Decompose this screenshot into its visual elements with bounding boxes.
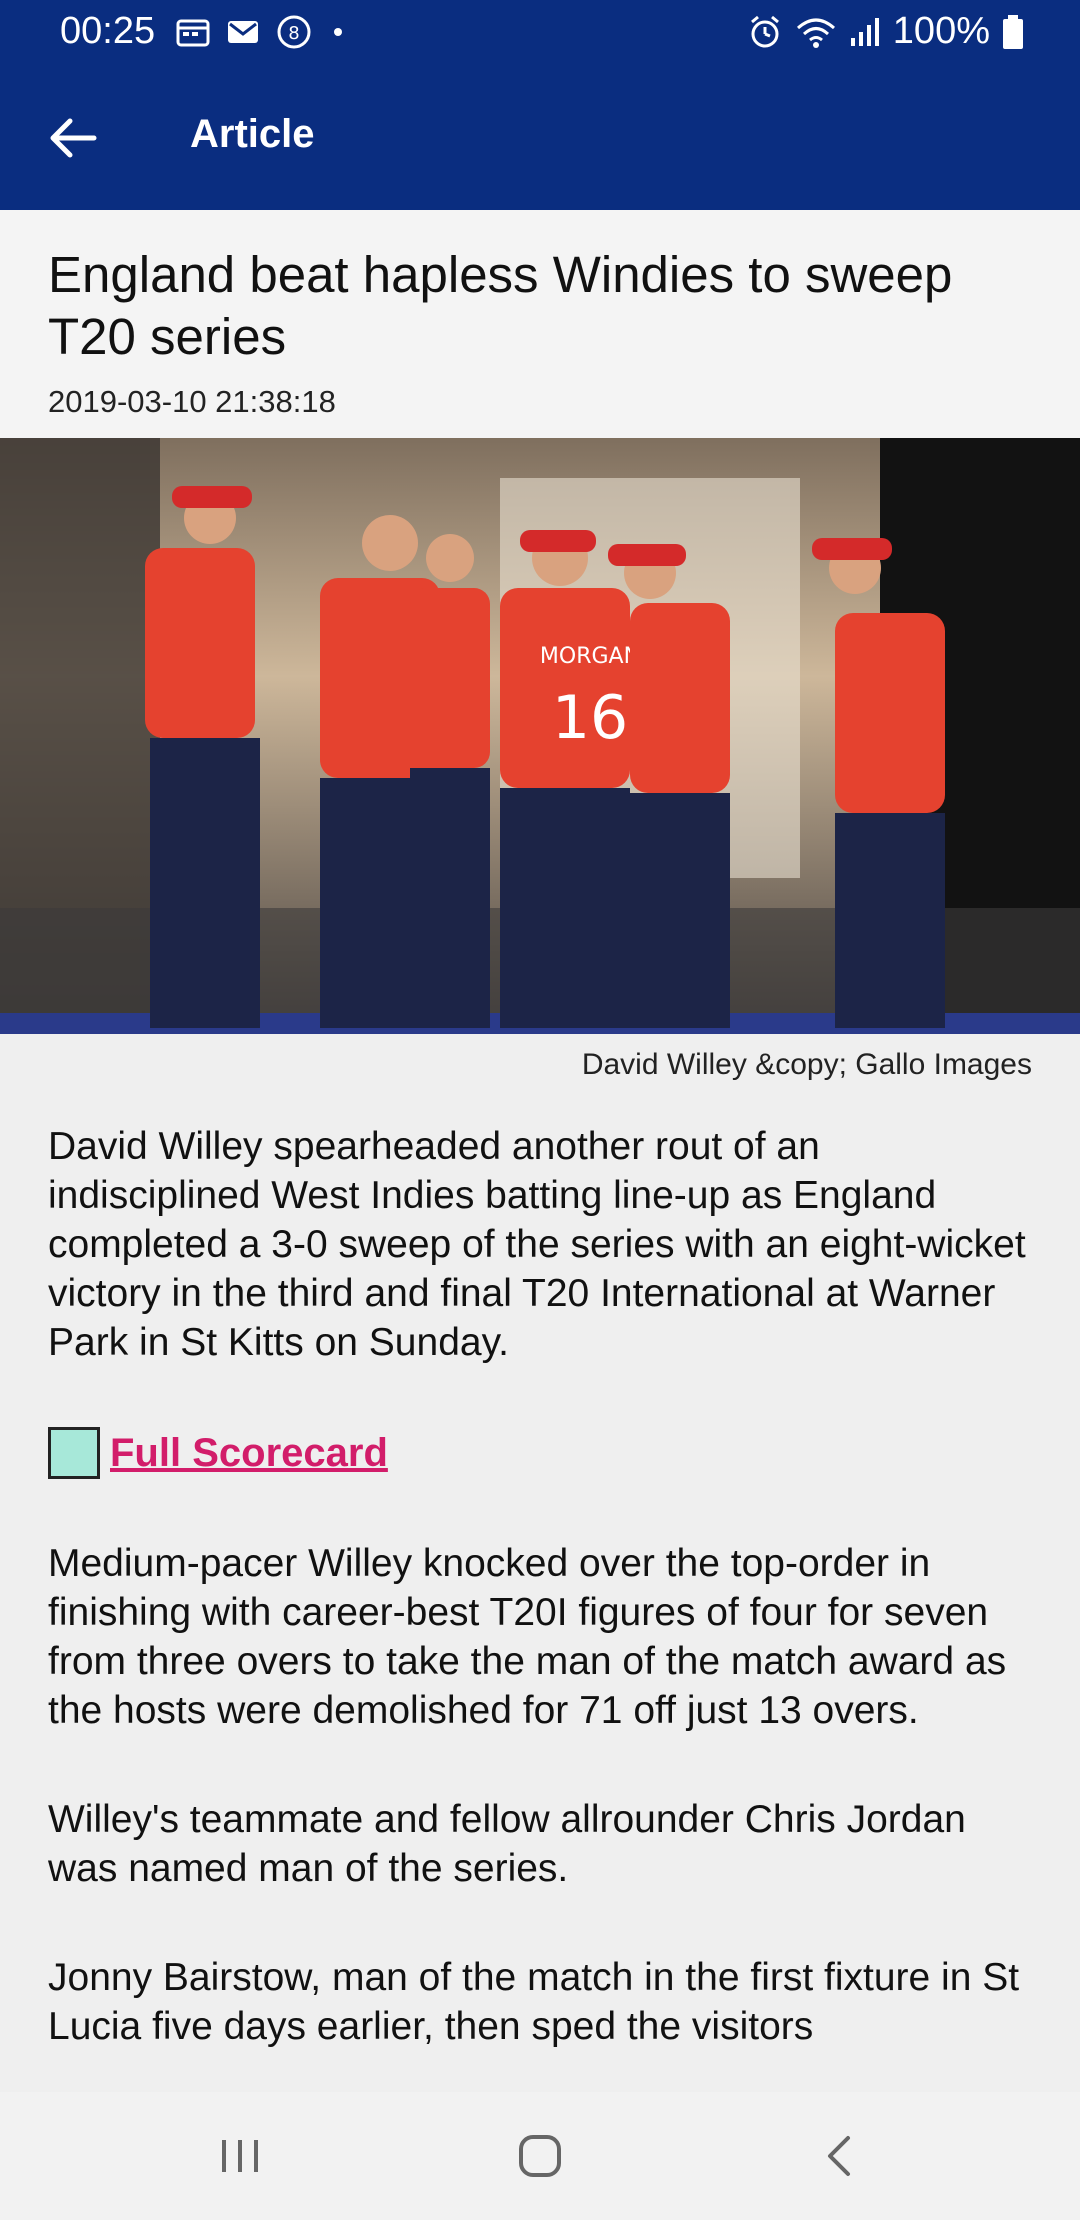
nav-back-button[interactable] bbox=[800, 2120, 880, 2192]
article-paragraph-4: Jonny Bairstow, man of the match in the … bbox=[48, 1956, 1020, 2048]
calendar-icon bbox=[176, 19, 210, 47]
status-bar: 00:25 8 100% bbox=[0, 0, 1080, 64]
status-right-icons: 100% bbox=[747, 10, 1024, 53]
system-nav-bar bbox=[0, 2092, 1080, 2220]
cricket-players-photo: MORGAN 16 bbox=[0, 438, 1080, 1034]
mail-icon bbox=[228, 21, 258, 43]
svg-text:8: 8 bbox=[288, 23, 299, 44]
alarm-icon bbox=[750, 15, 779, 47]
back-chevron-icon bbox=[828, 2136, 850, 2176]
scorecard-thumbnail bbox=[48, 1427, 100, 1479]
signal-icon bbox=[850, 17, 879, 46]
scorecard-link-row[interactable]: Full Scorecard bbox=[48, 1427, 1032, 1479]
article-paragraph-2: Medium-pacer Willey knocked over the top… bbox=[48, 1542, 1007, 1732]
article-content[interactable]: England beat hapless Windies to sweep T2… bbox=[0, 210, 1080, 2092]
battery-percentage: 100% bbox=[892, 10, 990, 52]
recent-apps-button[interactable] bbox=[200, 2120, 280, 2192]
dot-icon bbox=[334, 28, 342, 36]
app-bar-title: Article bbox=[190, 112, 315, 156]
article-headline: England beat hapless Windies to sweep T2… bbox=[48, 246, 953, 365]
status-left-icons: 8 bbox=[176, 14, 348, 50]
arrow-left-icon bbox=[50, 118, 97, 158]
battery-icon bbox=[1003, 14, 1023, 49]
image-caption: David Willey &copy; Gallo Images bbox=[581, 1048, 1032, 1081]
article-header: England beat hapless Windies to sweep T2… bbox=[0, 210, 1080, 438]
jersey-number: 16 bbox=[552, 683, 628, 753]
wifi-icon bbox=[796, 18, 835, 48]
back-button[interactable] bbox=[44, 108, 104, 168]
recent-apps-icon bbox=[222, 2140, 258, 2172]
status-time: 00:25 bbox=[60, 10, 156, 52]
article-hero-image: MORGAN 16 bbox=[0, 438, 1080, 1034]
app-bar: Article bbox=[0, 64, 1080, 210]
home-icon bbox=[519, 2135, 561, 2177]
article-datetime: 2019-03-10 21:38:18 bbox=[48, 384, 336, 419]
home-button[interactable] bbox=[500, 2120, 580, 2192]
full-scorecard-link[interactable]: Full Scorecard bbox=[110, 1431, 388, 1476]
jersey-name: MORGAN bbox=[540, 644, 640, 669]
notification-8-icon: 8 bbox=[277, 15, 311, 49]
article-paragraph-3: Willey's teammate and fellow allrounder … bbox=[48, 1798, 966, 1890]
article-paragraph-1: David Willey spearheaded another rout of… bbox=[48, 1125, 1026, 1364]
